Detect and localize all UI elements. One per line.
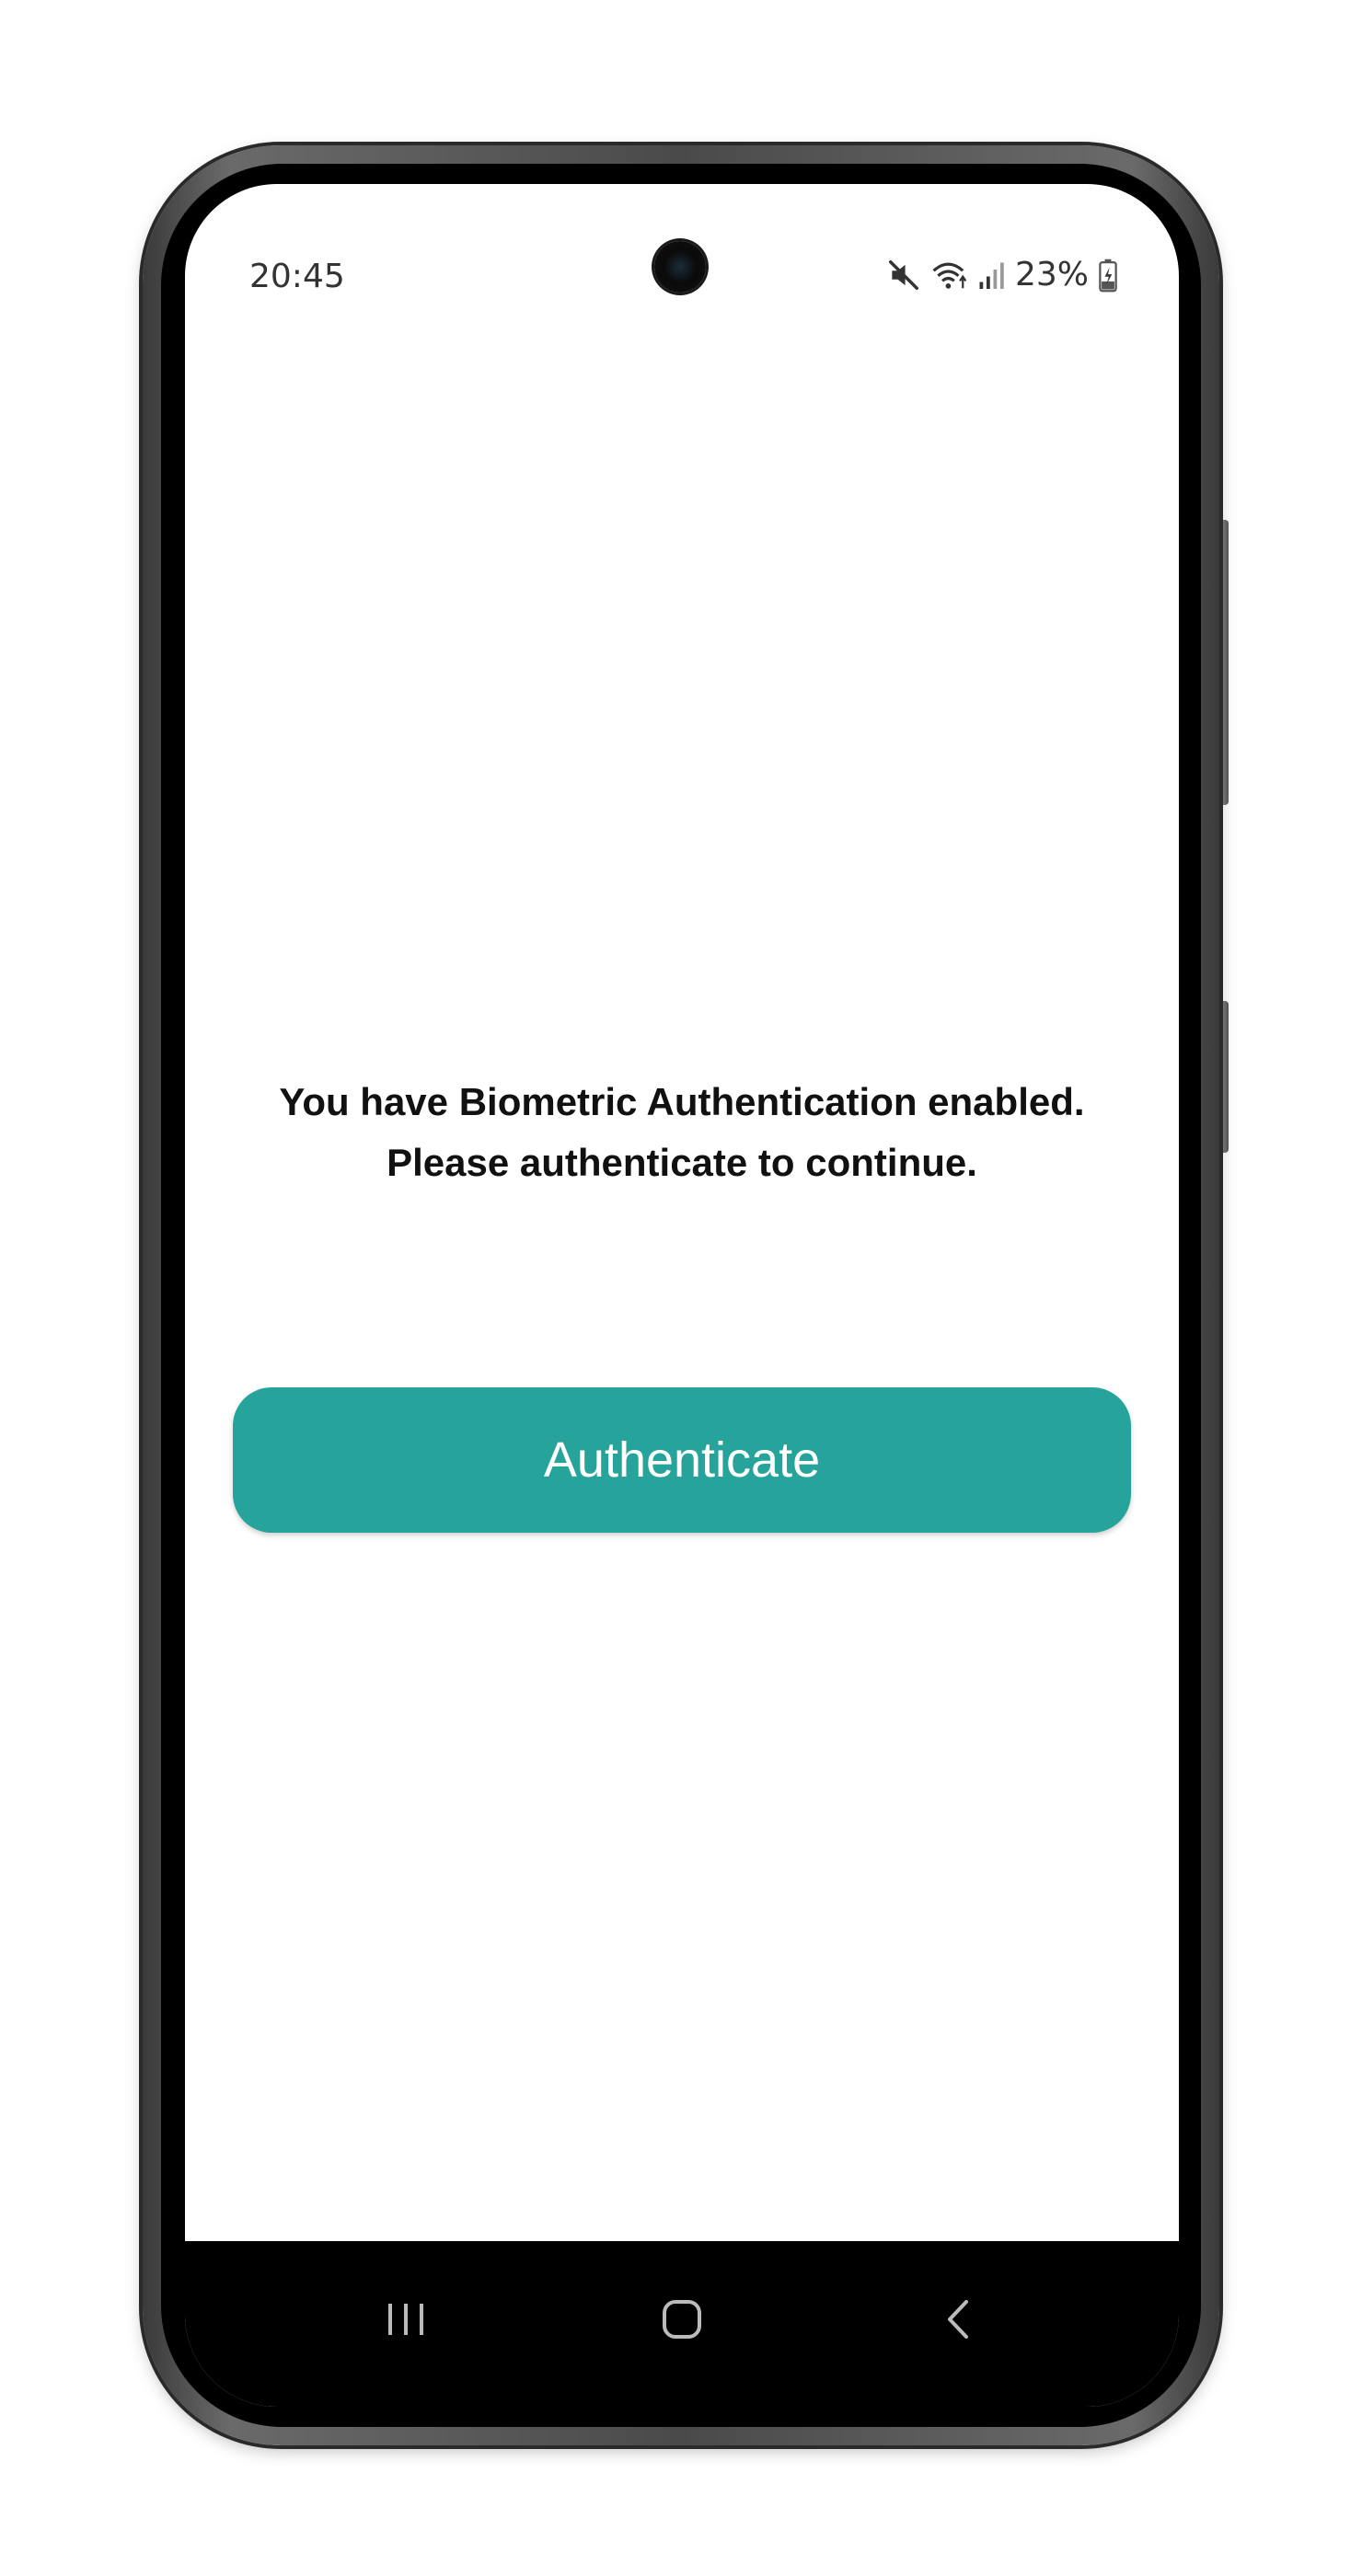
battery-percentage: 23% [1014, 256, 1089, 293]
phone-frame: 20:45 23% You have Biometric Authenticat… [143, 145, 1219, 2445]
battery-charging-icon [1098, 258, 1118, 293]
home-button[interactable] [641, 2278, 723, 2361]
signal-icon [978, 258, 1006, 293]
status-bar: 20:45 23% [185, 184, 1179, 295]
status-time: 20:45 [249, 258, 345, 295]
biometric-message: You have Biometric Authentication enable… [185, 1072, 1179, 1193]
wifi-icon [930, 258, 969, 293]
recents-icon [388, 2304, 423, 2335]
message-line-1: You have Biometric Authentication enable… [279, 1080, 1085, 1123]
authenticate-button[interactable]: Authenticate [233, 1387, 1131, 1533]
phone-screen: 20:45 23% You have Biometric Authenticat… [185, 184, 1179, 2407]
message-line-2: Please authenticate to continue. [387, 1141, 977, 1184]
back-icon [948, 2300, 968, 2339]
device-mockup: 20:45 23% You have Biometric Authenticat… [0, 0, 1362, 2576]
status-icons: 23% [886, 256, 1118, 293]
recents-button[interactable] [364, 2278, 447, 2361]
front-camera [654, 241, 706, 293]
home-icon [663, 2300, 701, 2339]
back-button[interactable] [917, 2278, 999, 2361]
mute-icon [886, 258, 921, 293]
navigation-bar [185, 2241, 1179, 2407]
